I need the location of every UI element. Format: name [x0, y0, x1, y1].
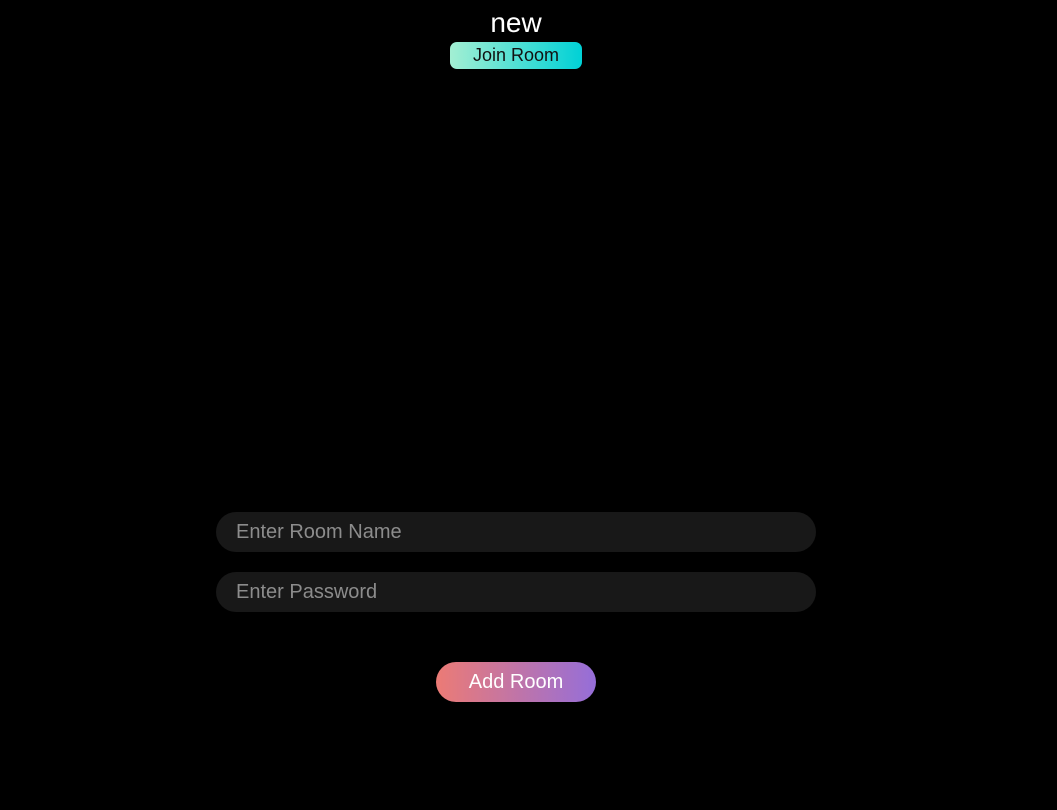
add-room-form	[216, 512, 816, 612]
page: new Join Room Add Room	[0, 0, 1057, 810]
room-title: new	[490, 7, 542, 38]
password-input[interactable]	[216, 572, 816, 612]
join-room-button[interactable]: Join Room	[450, 42, 582, 69]
add-room-button[interactable]: Add Room	[436, 662, 596, 702]
room-name-input[interactable]	[216, 512, 816, 552]
